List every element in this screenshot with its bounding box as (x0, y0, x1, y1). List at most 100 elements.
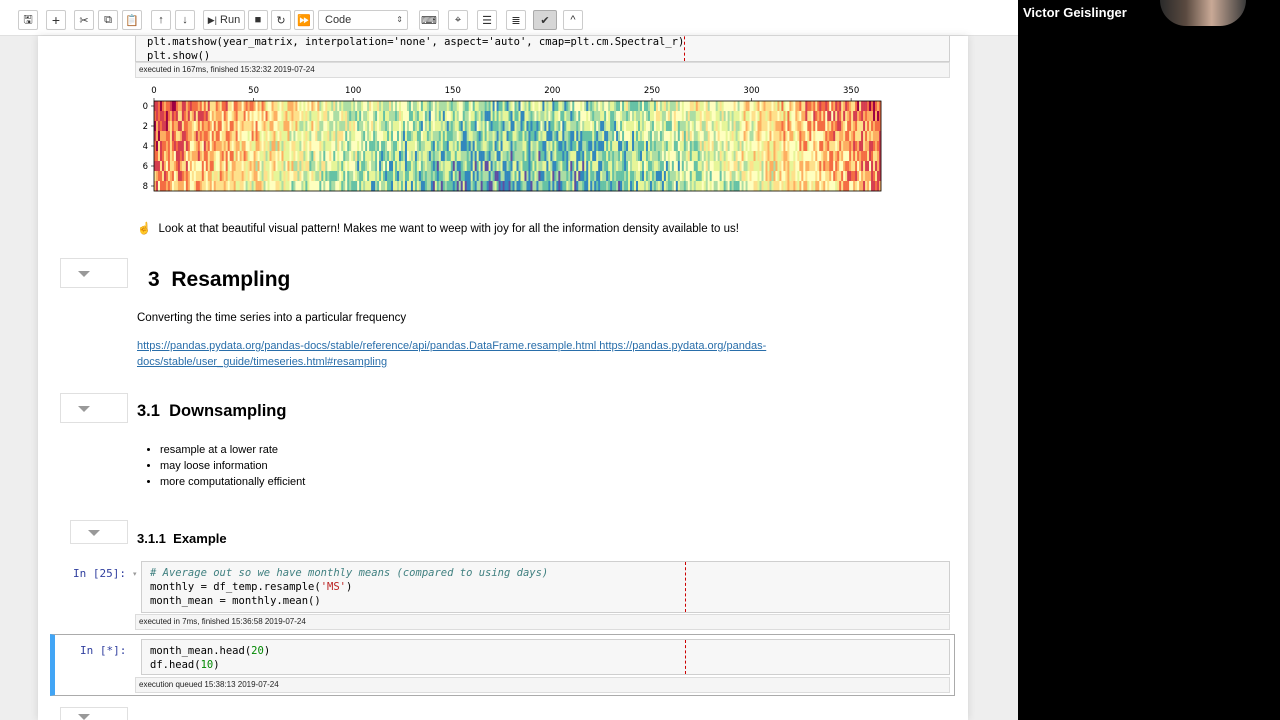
heatmap-cell (309, 151, 312, 162)
collapse-toggle[interactable] (60, 258, 128, 288)
heatmap-cell (337, 151, 340, 162)
heatmap-cell (173, 151, 177, 162)
heatmap-cell (845, 101, 848, 112)
heatmap-cell (701, 121, 705, 132)
code-editor[interactable]: # Average out so we have monthly means (… (141, 561, 950, 613)
heatmap-cell (817, 181, 820, 192)
heatmap-cell (241, 181, 244, 192)
heatmap-cell (578, 111, 581, 122)
heatmap-cell (339, 111, 342, 122)
heatmap-cell (542, 161, 545, 172)
heatmap-cell (765, 101, 768, 112)
heatmap-cell (839, 101, 842, 112)
cell-collapse-icon[interactable]: ▾ (133, 570, 137, 578)
heatmap-cell (424, 181, 428, 192)
heatmap-cell (803, 181, 806, 192)
insert-cell-icon[interactable]: + (46, 10, 66, 30)
code-editor[interactable]: month_mean.head(20) df.head(10) (141, 639, 950, 675)
move-up-icon[interactable]: ↑ (151, 10, 171, 30)
code-editor[interactable]: plt.matshow(year_matrix, interpolation='… (135, 36, 950, 62)
crosshair-icon[interactable]: ⌖ (448, 10, 468, 30)
collapse-toggle[interactable] (60, 393, 128, 423)
heatmap-cell (219, 181, 223, 192)
heatmap-cell (281, 161, 284, 172)
heatmap-cell (859, 101, 862, 112)
save-icon[interactable]: 🖫 (18, 10, 38, 30)
interrupt-icon[interactable]: ■ (248, 10, 268, 30)
heatmap-cell (458, 121, 462, 132)
move-down-icon[interactable]: ↓ (175, 10, 195, 30)
heatmap-cell (283, 151, 286, 162)
cut-icon[interactable]: ✂ (74, 10, 94, 30)
collapse-all-icon[interactable]: ^ (563, 10, 583, 30)
heatmap-cell (775, 141, 778, 152)
heatmap-cell (414, 101, 418, 112)
heatmap-cell (542, 181, 545, 192)
heatmap-cell (588, 181, 591, 192)
bullet-list-icon[interactable]: ≣ (506, 10, 526, 30)
heatmap-cell (470, 171, 473, 182)
heatmap-cell (608, 151, 611, 162)
heatmap-cell (325, 151, 328, 162)
heatmap-cell (610, 101, 613, 112)
heatmap-cell (219, 121, 223, 132)
copy-icon[interactable]: ⧉ (98, 10, 118, 30)
heatmap-cell (604, 181, 607, 192)
heatmap-cell (317, 161, 320, 172)
heatmap-cell (556, 151, 559, 162)
collapse-toggle[interactable] (60, 707, 128, 720)
heatmap-cell (512, 111, 515, 122)
heatmap-cell (675, 101, 679, 112)
heatmap-cell (626, 111, 629, 122)
cell-type-select[interactable]: Code ⇕ (318, 10, 408, 30)
heatmap-cell (871, 141, 874, 152)
heatmap-cell (510, 121, 513, 132)
heatmap-cell (873, 111, 876, 122)
heatmap-cell (687, 181, 691, 192)
toc-toggle-icon[interactable]: ✔ (533, 10, 557, 30)
link-resample[interactable]: https://pandas.pydata.org/pandas-docs/st… (137, 340, 596, 352)
heatmap-cell (697, 171, 701, 182)
heatmap-cell (771, 171, 774, 182)
x-tick-label: 200 (544, 86, 560, 96)
heatmap-cell (861, 101, 864, 112)
heatmap-cell (371, 121, 374, 132)
heatmap-cell (849, 131, 852, 142)
heatmap-cell (584, 171, 587, 182)
heatmap-cell (458, 161, 462, 172)
heatmap-cell (825, 121, 828, 132)
heatmap-cell (492, 151, 495, 162)
numbered-list-icon[interactable]: ☰ (477, 10, 497, 30)
heatmap-cell (221, 161, 225, 172)
heatmap-cell (365, 101, 368, 112)
keyboard-icon[interactable]: ⌨ (419, 10, 439, 30)
heatmap-cell (361, 181, 364, 192)
heatmap-cell (460, 161, 464, 172)
heatmap-cell (462, 111, 466, 122)
run-button[interactable]: ▶| Run (203, 10, 245, 30)
heatmap-cell (556, 171, 559, 182)
heatmap-cell (815, 141, 818, 152)
heatmap-cell (771, 161, 774, 172)
heatmap-cell (357, 111, 360, 122)
collapse-toggle[interactable] (70, 520, 128, 544)
heatmap-cell (371, 151, 374, 162)
heatmap-cell (456, 151, 460, 162)
heatmap-cell (811, 101, 814, 112)
y-tick-label: 4 (143, 142, 148, 152)
heatmap-cell (303, 131, 306, 142)
heatmap-cell (643, 151, 647, 162)
heatmap-cell (410, 181, 414, 192)
heatmap-cell (484, 151, 487, 162)
heatmap-cell (235, 171, 238, 182)
heatmap-cell (440, 121, 444, 132)
heatmap-cell (735, 101, 738, 112)
paste-icon[interactable]: 📋 (122, 10, 142, 30)
heatmap-cell (243, 121, 246, 132)
heatmap-cell (255, 131, 258, 142)
restart-run-all-icon[interactable]: ⏩ (294, 10, 314, 30)
restart-icon[interactable]: ↻ (271, 10, 291, 30)
heatmap-cell (343, 121, 346, 132)
heatmap-cell (793, 111, 796, 122)
heatmap-cell (410, 101, 414, 112)
